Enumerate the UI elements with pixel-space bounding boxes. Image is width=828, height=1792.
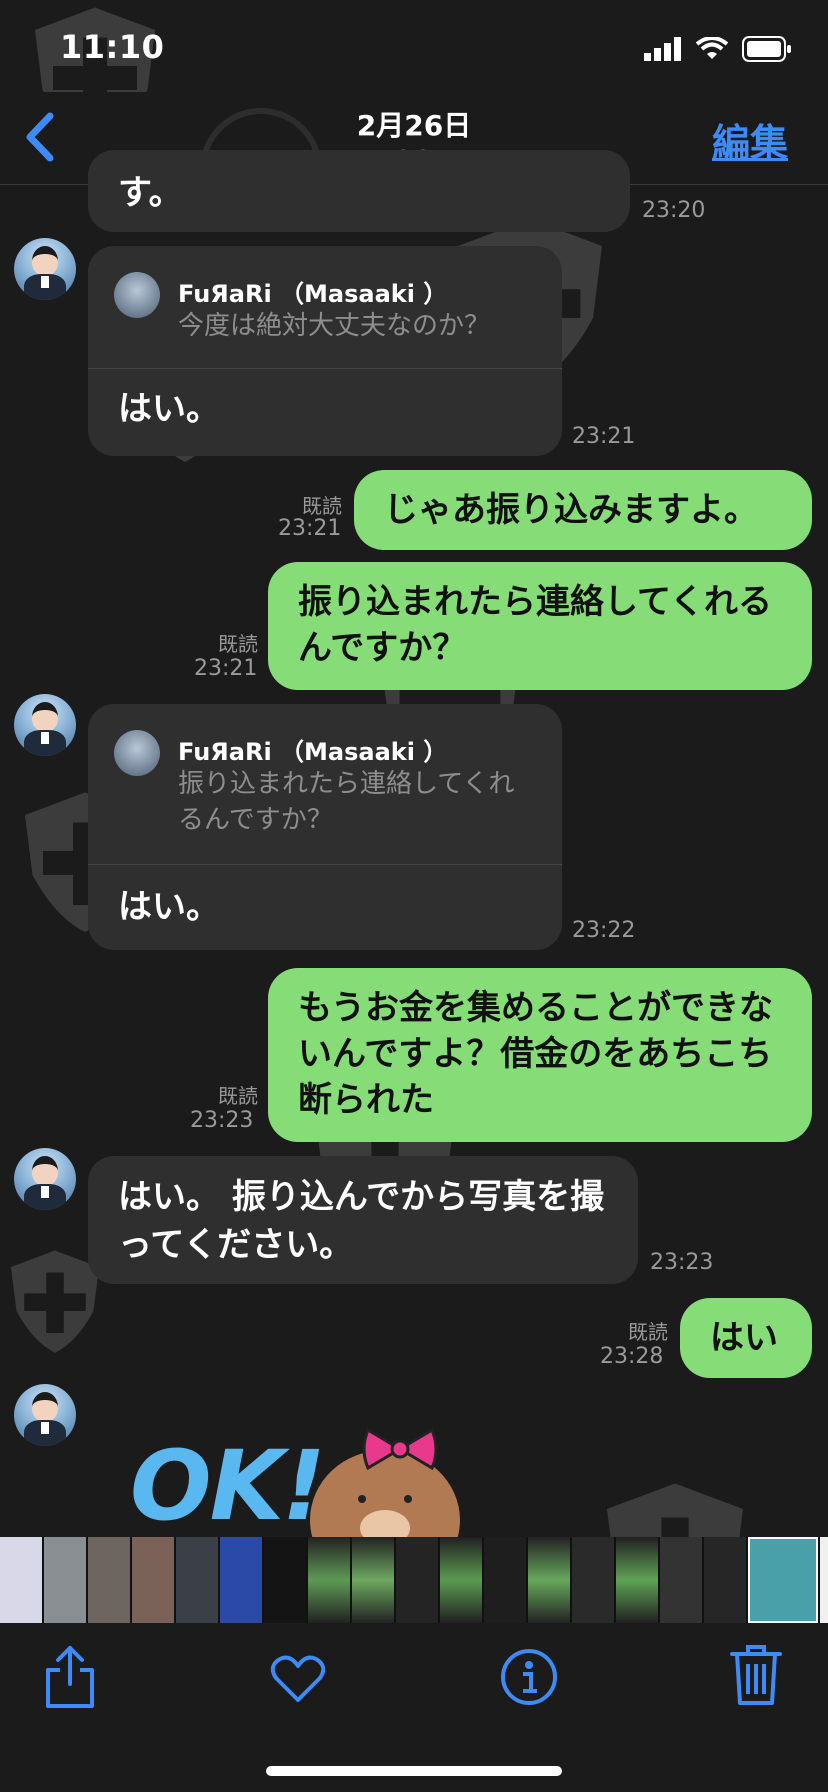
message-text: はい。 振り込んでから写真を撮ってください。	[118, 1177, 605, 1265]
delete-button[interactable]	[730, 1644, 782, 1710]
message-bubble-outgoing[interactable]: はい	[680, 1298, 812, 1378]
thumbnail[interactable]	[44, 1537, 86, 1623]
message-text: はい。	[118, 389, 220, 429]
avatar[interactable]	[14, 1148, 76, 1210]
thumbnail[interactable]	[396, 1537, 438, 1623]
thumbnail[interactable]	[660, 1537, 702, 1623]
share-button[interactable]	[44, 1644, 96, 1714]
message-text: 振り込まれたら連絡してくれるんですか？	[298, 582, 772, 668]
message-bubble-outgoing[interactable]: じゃあ振り込みますよ。	[354, 470, 812, 550]
thumbnail[interactable]	[616, 1537, 658, 1623]
thumbnail[interactable]	[308, 1537, 350, 1623]
thumbnail[interactable]	[220, 1537, 262, 1623]
thumbnail[interactable]	[820, 1537, 828, 1623]
avatar[interactable]	[14, 238, 76, 300]
avatar[interactable]	[14, 694, 76, 756]
read-receipt: 既読	[218, 1084, 258, 1108]
thumbnail[interactable]	[132, 1537, 174, 1623]
message-time: 23:21	[572, 424, 636, 449]
thumbnail[interactable]	[572, 1537, 614, 1623]
thumbnail[interactable]	[264, 1537, 306, 1623]
message-text: す。	[118, 173, 183, 213]
share-icon	[44, 1646, 96, 1714]
reply-text: 振り込まれたら連絡してくれるんですか？	[178, 769, 515, 836]
thumbnail[interactable]	[704, 1537, 746, 1623]
thumbnail[interactable]	[0, 1537, 42, 1623]
thumbnail[interactable]	[528, 1537, 570, 1623]
thumbnail[interactable]	[176, 1537, 218, 1623]
favorite-button[interactable]	[270, 1654, 326, 1708]
reply-divider	[88, 864, 562, 865]
message-text: はい。	[118, 887, 220, 927]
battery-icon	[742, 36, 792, 66]
trash-icon	[730, 1645, 782, 1710]
home-indicator	[266, 1766, 562, 1776]
heart-icon	[270, 1655, 326, 1708]
message-text: もうお金を集めることができないんですよ？借金のをあちこち断られた	[298, 988, 773, 1120]
message-time: 23:23	[650, 1250, 714, 1275]
message-time: 23:22	[572, 918, 636, 943]
sticker[interactable]: OK!	[130, 1420, 470, 1538]
reply-text: 今度は絶対大丈夫なのか？	[178, 311, 491, 341]
thumbnail-strip[interactable]	[0, 1537, 828, 1623]
message-time: 23:23	[190, 1108, 254, 1133]
wifi-icon	[695, 36, 729, 65]
info-button[interactable]	[500, 1648, 558, 1710]
thumbnail-selected[interactable]	[748, 1537, 818, 1623]
nav-date: 2月26日	[356, 109, 472, 142]
thumbnail[interactable]	[440, 1537, 482, 1623]
read-receipt: 既読	[218, 632, 258, 656]
message-time: 23:28	[600, 1344, 664, 1369]
reply-name: FuЯaRi （Masaaki ）	[178, 280, 448, 308]
message-time: 23:21	[278, 516, 342, 541]
message-bubble-outgoing[interactable]: 振り込まれたら連絡してくれるんですか？	[268, 562, 812, 690]
message-time: 23:20	[642, 198, 706, 223]
avatar[interactable]	[14, 1384, 76, 1446]
thumbnail[interactable]	[352, 1537, 394, 1623]
reply-divider	[88, 368, 562, 369]
edit-button[interactable]: 編集	[712, 112, 788, 167]
thumbnail[interactable]	[88, 1537, 130, 1623]
read-receipt: 既読	[302, 494, 342, 518]
thumbnail[interactable]	[484, 1537, 526, 1623]
message-time: 23:21	[194, 656, 258, 681]
signal-icon	[644, 37, 682, 65]
info-icon	[500, 1649, 558, 1710]
read-receipt: 既読	[628, 1320, 668, 1344]
status-icons	[644, 36, 792, 66]
ribbon-icon	[360, 1424, 440, 1478]
message-bubble-outgoing[interactable]: もうお金を集めることができないんですよ？借金のをあちこち断られた	[268, 968, 812, 1142]
sticker-text: OK!	[130, 1430, 326, 1538]
reply-avatar	[114, 272, 160, 318]
status-time: 11:10	[60, 28, 165, 66]
reply-name: FuЯaRi （Masaaki ）	[178, 738, 448, 766]
message-text: はい	[710, 1318, 778, 1358]
reply-avatar	[114, 730, 160, 776]
message-text: じゃあ振り込みますよ。	[384, 490, 758, 530]
